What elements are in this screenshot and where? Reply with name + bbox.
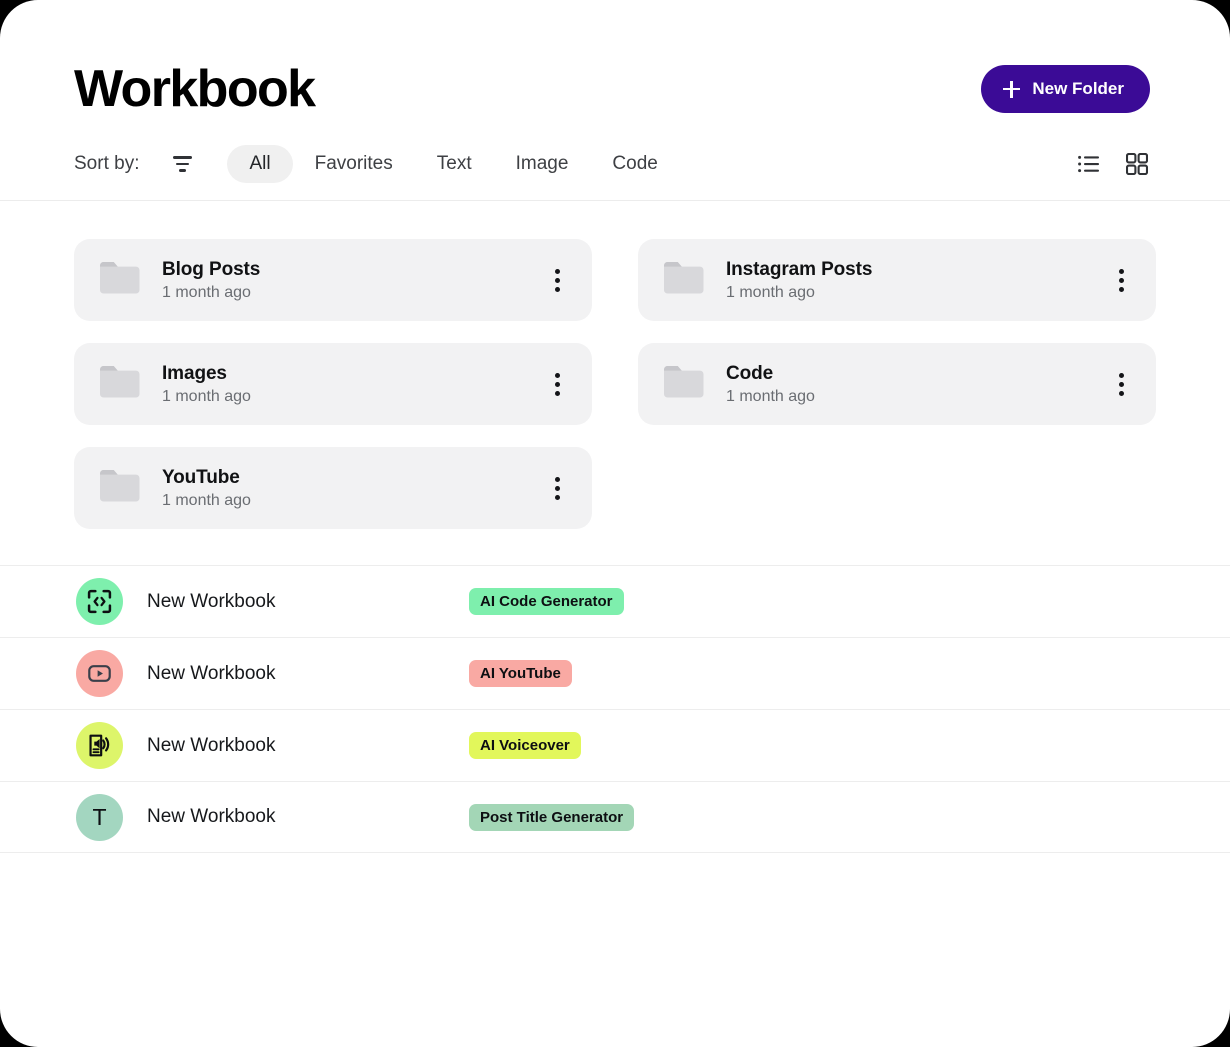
kebab-menu-icon[interactable] bbox=[1109, 365, 1134, 404]
voiceover-speaker-icon bbox=[89, 734, 110, 757]
folder-text: Images 1 month ago bbox=[162, 363, 251, 406]
kebab-menu-icon[interactable] bbox=[545, 469, 570, 508]
workbook-row[interactable]: New Workbook AI Code Generator bbox=[0, 565, 1230, 637]
folder-name: Code bbox=[726, 362, 774, 384]
folder-icon bbox=[664, 261, 704, 299]
workbook-name: New Workbook bbox=[147, 806, 276, 827]
avatar: T bbox=[76, 793, 123, 841]
folder-text: Code 1 month ago bbox=[726, 363, 815, 406]
folder-icon bbox=[100, 469, 140, 507]
status-badge: AI Voiceover bbox=[469, 732, 581, 759]
folder-card-code[interactable]: Code 1 month ago bbox=[638, 343, 1156, 425]
folder-icon bbox=[100, 365, 140, 403]
tab-image[interactable]: Image bbox=[494, 145, 591, 183]
workbook-name: New Workbook bbox=[147, 590, 276, 612]
folder-name: Images bbox=[162, 362, 227, 384]
folder-card-youtube[interactable]: YouTube 1 month ago bbox=[74, 447, 592, 529]
tab-favorites[interactable]: Favorites bbox=[293, 145, 415, 183]
avatar bbox=[76, 578, 123, 625]
filter-tabs: All Favorites Text Image Code bbox=[227, 145, 679, 183]
youtube-play-icon bbox=[88, 665, 111, 682]
folder-card-images[interactable]: Images 1 month ago bbox=[74, 343, 592, 425]
folder-text: Instagram Posts 1 month ago bbox=[726, 259, 872, 302]
tab-text[interactable]: Text bbox=[415, 145, 494, 183]
plus-icon bbox=[1003, 80, 1021, 98]
folder-date: 1 month ago bbox=[726, 283, 815, 301]
folders-grid: Blog Posts 1 month ago Instagram Posts 1… bbox=[0, 201, 1230, 529]
filter-icon[interactable] bbox=[165, 147, 199, 181]
folder-icon bbox=[664, 365, 704, 403]
folder-card-blog-posts[interactable]: Blog Posts 1 month ago bbox=[74, 239, 592, 321]
folder-card-instagram-posts[interactable]: Instagram Posts 1 month ago bbox=[638, 239, 1156, 321]
header-top-row: Workbook New Folder bbox=[74, 56, 1150, 122]
folder-date: 1 month ago bbox=[162, 283, 251, 301]
folder-text: YouTube 1 month ago bbox=[162, 467, 251, 510]
kebab-menu-icon[interactable] bbox=[545, 261, 570, 300]
workbook-row[interactable]: T New Workbook Post Title Generator bbox=[0, 781, 1230, 853]
grid-view-icon[interactable] bbox=[1124, 151, 1150, 177]
workbook-name: New Workbook bbox=[147, 734, 276, 756]
folder-name: Blog Posts bbox=[162, 258, 261, 280]
folder-text: Blog Posts 1 month ago bbox=[162, 259, 260, 302]
folder-icon bbox=[100, 261, 140, 299]
status-badge: AI YouTube bbox=[469, 660, 572, 687]
sort-by-label: Sort by: bbox=[74, 153, 140, 174]
folder-date: 1 month ago bbox=[162, 491, 251, 509]
folder-name: Instagram Posts bbox=[726, 258, 873, 280]
workbook-list: New Workbook AI Code Generator New Workb… bbox=[0, 565, 1230, 853]
kebab-menu-icon[interactable] bbox=[545, 365, 570, 404]
tab-code[interactable]: Code bbox=[590, 145, 679, 183]
folder-name: YouTube bbox=[162, 466, 240, 488]
status-badge: AI Code Generator bbox=[469, 588, 624, 615]
workbook-row[interactable]: New Workbook AI YouTube bbox=[0, 637, 1230, 709]
code-brackets-icon bbox=[87, 589, 112, 614]
avatar bbox=[76, 650, 123, 697]
kebab-menu-icon[interactable] bbox=[1109, 261, 1134, 300]
workbook-name: New Workbook bbox=[147, 662, 276, 684]
avatar bbox=[76, 722, 123, 769]
view-toggle-group bbox=[1076, 151, 1150, 177]
workbook-app-window: Workbook New Folder Sort by: All Favorit… bbox=[0, 0, 1230, 1047]
tab-all[interactable]: All bbox=[227, 145, 293, 183]
list-view-icon[interactable] bbox=[1076, 151, 1102, 177]
page-header: Workbook New Folder Sort by: All Favorit… bbox=[0, 0, 1230, 194]
letter-avatar: T bbox=[92, 803, 107, 830]
workbook-row[interactable]: New Workbook AI Voiceover bbox=[0, 709, 1230, 781]
folder-date: 1 month ago bbox=[726, 387, 815, 405]
new-folder-button[interactable]: New Folder bbox=[981, 65, 1150, 113]
filter-toolbar: Sort by: All Favorites Text Image Code bbox=[74, 134, 1150, 194]
status-badge: Post Title Generator bbox=[469, 803, 635, 831]
page-title: Workbook bbox=[74, 60, 316, 118]
folder-date: 1 month ago bbox=[162, 387, 251, 405]
new-folder-button-label: New Folder bbox=[1032, 79, 1124, 98]
